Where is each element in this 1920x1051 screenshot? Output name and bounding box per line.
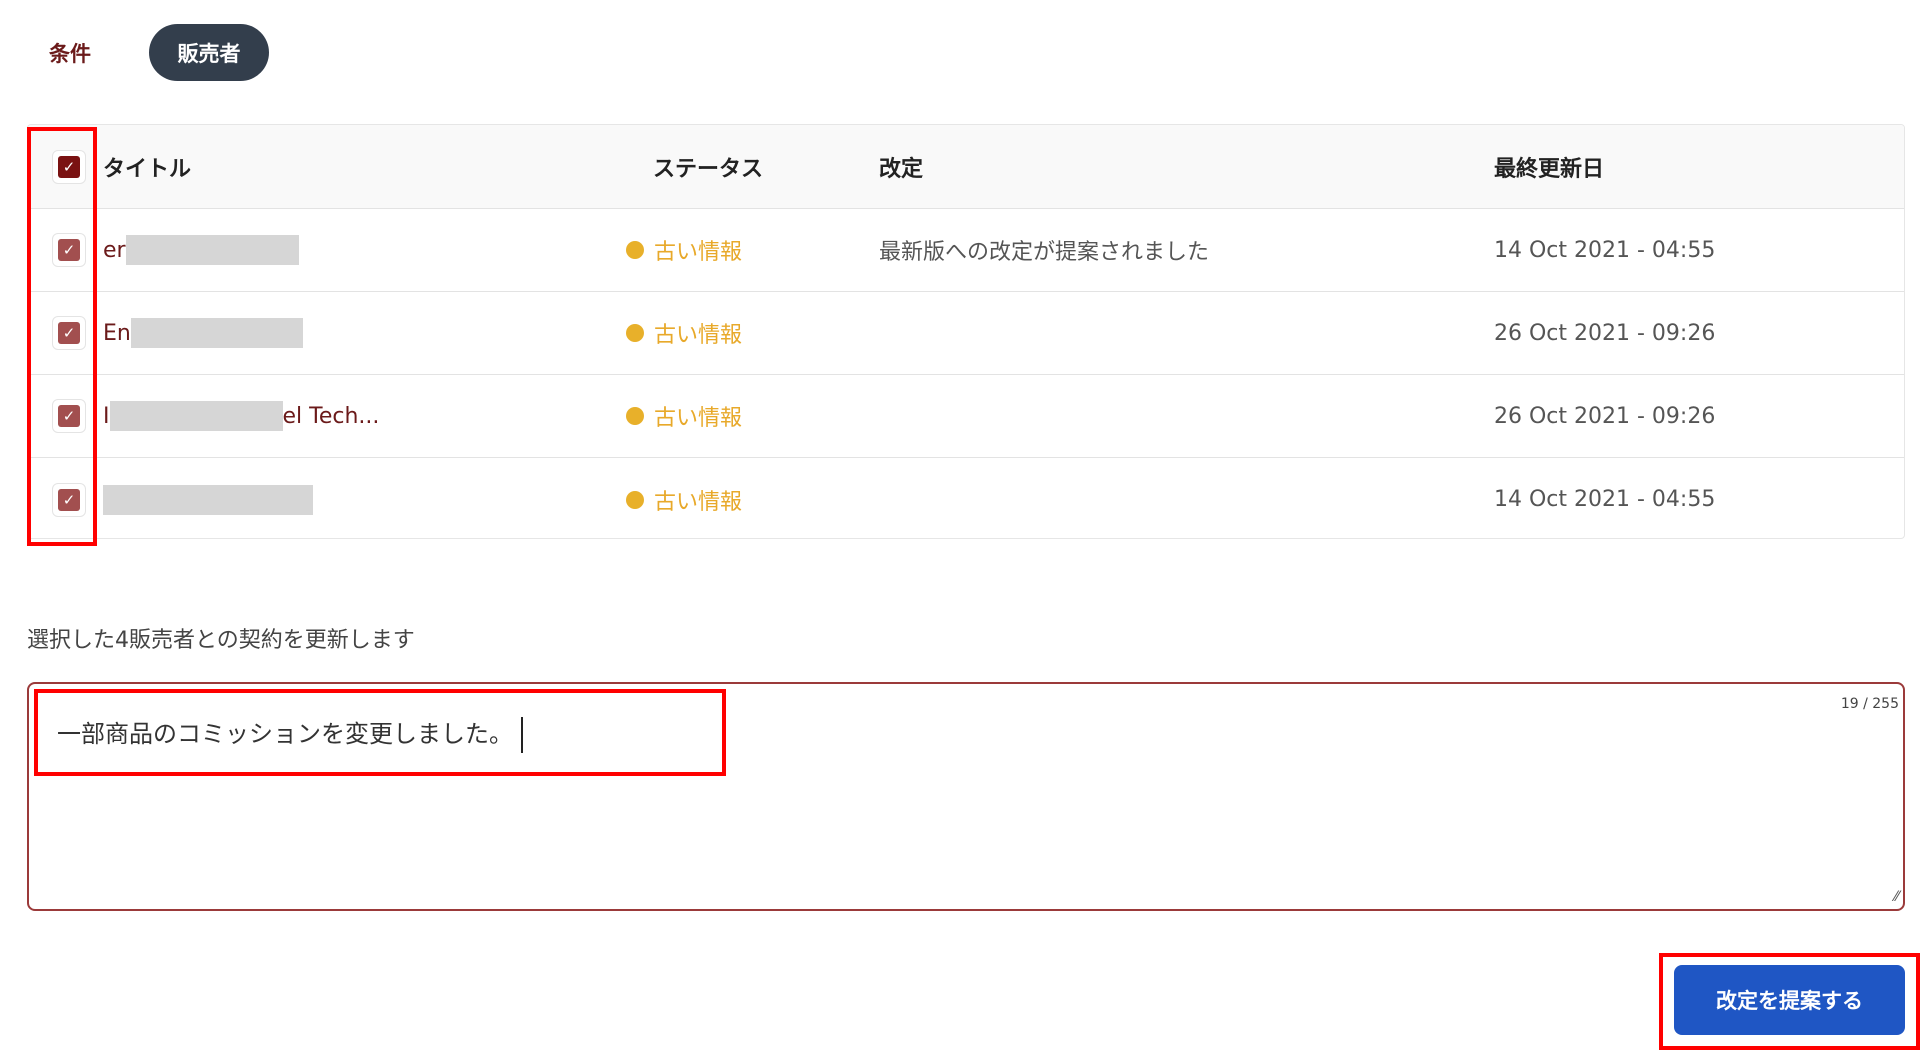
status-dot-icon	[626, 490, 644, 509]
status-dot-icon	[626, 324, 644, 342]
table-row[interactable]: ✓ er 古い情報 最新版への改定が提案されました 14 Oct 2021 - …	[28, 209, 1904, 292]
row-updated: 26 Oct 2021 - 09:26	[1494, 403, 1716, 429]
highlight-checkboxes	[27, 127, 97, 546]
status-dot-icon	[626, 241, 644, 259]
table-row[interactable]: ✓ Iel Tech... 古い情報 26 Oct 2021 - 09:26	[28, 375, 1904, 458]
row-status: 古い情報	[626, 375, 742, 457]
row-updated: 14 Oct 2021 - 04:55	[1494, 237, 1716, 263]
redacted-block	[130, 318, 303, 348]
status-text: 古い情報	[654, 406, 743, 431]
status-text: 古い情報	[654, 323, 743, 348]
selection-note: 選択した4販売者との契約を更新します	[27, 628, 415, 653]
row-title[interactable]: Iel Tech...	[103, 375, 379, 457]
redacted-block	[125, 235, 299, 265]
row-updated: 26 Oct 2021 - 09:26	[1494, 320, 1716, 346]
row-title[interactable]	[103, 458, 313, 538]
highlight-button	[1659, 953, 1920, 1050]
highlight-textarea	[34, 689, 726, 776]
title-text: er	[103, 237, 126, 263]
header-status: ステータス	[653, 156, 764, 182]
row-status: 古い情報	[626, 458, 743, 538]
row-status: 古い情報	[626, 292, 742, 374]
table-row[interactable]: ✓ 古い情報 14 Oct 2021 - 04:55	[28, 458, 1904, 538]
status-text: 古い情報	[654, 489, 743, 515]
title-text-end: el Tech...	[282, 403, 380, 429]
row-title[interactable]: En	[103, 292, 303, 374]
row-status: 古い情報	[626, 209, 742, 291]
tab-conditions[interactable]: 条件	[49, 38, 91, 68]
row-updated: 14 Oct 2021 - 04:55	[1494, 487, 1716, 512]
header-updated: 最終更新日	[1494, 156, 1605, 182]
table-row[interactable]: ✓ En 古い情報 26 Oct 2021 - 09:26	[28, 292, 1904, 375]
sellers-table: ✓ タイトル ステータス 改定 最終更新日 ✓ er 古い情報 最新版への改定が…	[27, 124, 1905, 539]
redacted-block	[109, 401, 283, 431]
redacted-block	[103, 484, 313, 515]
tab-sellers[interactable]: 販売者	[149, 24, 269, 81]
header-title: タイトル	[103, 156, 192, 182]
title-text: En	[103, 320, 131, 346]
resize-handle-icon[interactable]: ⁄⁄	[1894, 889, 1899, 905]
row-revision: 最新版への改定が提案されました	[879, 240, 1210, 265]
table-header: ✓ タイトル ステータス 改定 最終更新日	[28, 125, 1904, 209]
status-dot-icon	[626, 407, 644, 425]
status-text: 古い情報	[654, 240, 743, 265]
header-revision: 改定	[879, 156, 924, 182]
row-title[interactable]: er	[103, 209, 299, 291]
char-counter: 19 / 255	[1840, 696, 1899, 712]
